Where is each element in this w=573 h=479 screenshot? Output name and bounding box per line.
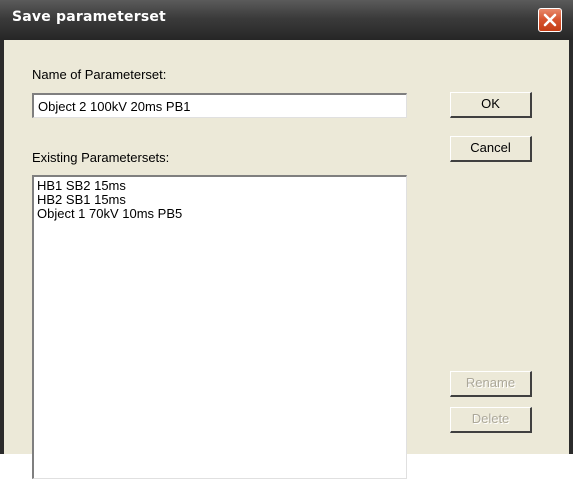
close-icon — [543, 13, 557, 27]
list-item[interactable]: Object 1 70kV 10ms PB5 — [37, 207, 403, 221]
delete-button[interactable]: Delete — [450, 407, 532, 433]
existing-parametersets-list[interactable]: HB1 SB2 15ms HB2 SB1 15ms Object 1 70kV … — [32, 175, 407, 479]
save-parameterset-dialog: Save parameterset Name of Parameterset: … — [0, 0, 573, 479]
window-title: Save parameterset — [12, 9, 166, 25]
parameterset-name-input[interactable] — [32, 93, 407, 118]
title-bar[interactable]: Save parameterset — [0, 0, 573, 40]
close-button[interactable] — [538, 8, 562, 32]
name-label: Name of Parameterset: — [32, 67, 167, 82]
list-item[interactable]: HB1 SB2 15ms — [37, 179, 403, 193]
ok-button[interactable]: OK — [450, 92, 532, 118]
existing-label: Existing Parametersets: — [32, 150, 170, 165]
rename-button[interactable]: Rename — [450, 371, 532, 397]
dialog-body: Name of Parameterset: Existing Parameter… — [4, 40, 569, 479]
list-item[interactable]: HB2 SB1 15ms — [37, 193, 403, 207]
cancel-button[interactable]: Cancel — [450, 136, 532, 162]
